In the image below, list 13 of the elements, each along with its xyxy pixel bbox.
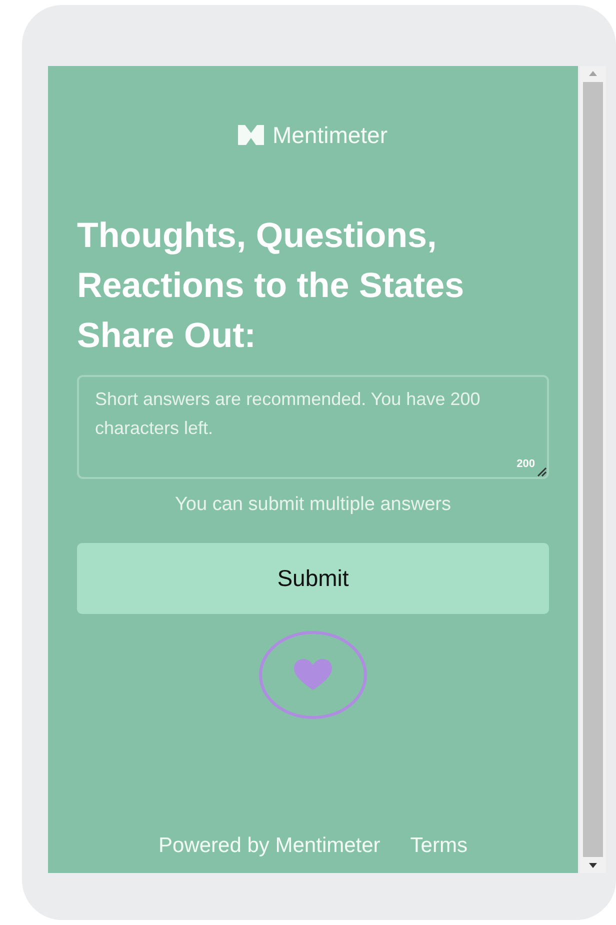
footer-link[interactable]: Powered by Mentimeter	[158, 830, 380, 861]
logo-text: Mentimeter	[272, 121, 388, 150]
scroll-thumb[interactable]	[583, 82, 603, 857]
logo-icon	[238, 125, 264, 146]
scrollbar[interactable]	[580, 66, 606, 873]
heart-reaction-button[interactable]	[259, 631, 367, 719]
resize-handle-icon[interactable]	[537, 466, 547, 476]
submit-button[interactable]: Submit	[77, 543, 549, 614]
hint-text: You can submit multiple answers	[174, 492, 452, 516]
question-title: Thoughts, Questions, Reactions to the States Share Out:	[77, 214, 466, 356]
heart-icon	[294, 659, 332, 691]
character-counter: 200	[516, 457, 535, 472]
footer-link[interactable]: Terms	[410, 830, 468, 861]
